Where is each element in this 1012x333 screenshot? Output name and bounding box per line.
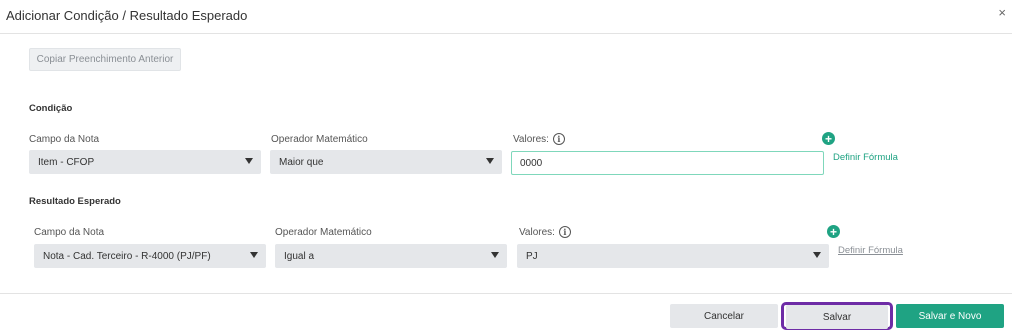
condicao-formula-link[interactable]: Definir Fórmula	[833, 152, 898, 163]
resultado-operador-label: Operador Matemático	[275, 227, 372, 238]
close-icon[interactable]: ×	[998, 6, 1006, 20]
save-and-new-button[interactable]: Salvar e Novo	[896, 304, 1004, 328]
modal-header: Adicionar Condição / Resultado Esperado …	[0, 0, 1012, 34]
info-icon[interactable]: i	[552, 133, 565, 145]
resultado-operador-select[interactable]: Igual a	[275, 244, 507, 268]
condicao-valores-input[interactable]	[511, 151, 824, 175]
resultado-campo-value: Nota - Cad. Terceiro - R-4000 (PJ/PF)	[43, 250, 211, 262]
condicao-campo-label: Campo da Nota	[29, 134, 100, 145]
cancel-button[interactable]: Cancelar	[670, 304, 778, 328]
save-button[interactable]: Salvar	[786, 305, 888, 329]
condicao-valores-label: Valores: i	[513, 133, 565, 145]
copy-previous-button[interactable]: Copiar Preenchimento Anterior	[29, 48, 181, 71]
resultado-valores-select[interactable]: PJ	[517, 244, 829, 268]
condicao-campo-select[interactable]: Item - CFOP	[29, 150, 261, 174]
chevron-down-icon	[245, 158, 253, 164]
chevron-down-icon	[250, 252, 258, 258]
condicao-operador-select[interactable]: Maior que	[270, 150, 502, 174]
chevron-down-icon	[486, 158, 494, 164]
condicao-operador-label: Operador Matemático	[271, 134, 368, 145]
resultado-formula-link[interactable]: Definir Fórmula	[838, 245, 903, 256]
chevron-down-icon	[491, 252, 499, 258]
resultado-campo-label: Campo da Nota	[34, 227, 105, 238]
resultado-section-title: Resultado Esperado	[29, 196, 121, 207]
info-icon[interactable]: i	[558, 226, 571, 238]
footer-divider	[0, 293, 1012, 294]
condicao-section-title: Condição	[29, 103, 73, 114]
chevron-down-icon	[813, 252, 821, 258]
modal-title: Adicionar Condição / Resultado Esperado	[6, 8, 248, 23]
resultado-valores-value: PJ	[526, 250, 538, 262]
plus-circle-icon[interactable]: +	[822, 132, 835, 145]
resultado-valores-label: Valores: i	[519, 226, 571, 238]
condicao-operador-value: Maior que	[279, 156, 324, 168]
plus-circle-icon[interactable]: +	[827, 225, 840, 238]
resultado-campo-select[interactable]: Nota - Cad. Terceiro - R-4000 (PJ/PF)	[34, 244, 266, 268]
condicao-campo-value: Item - CFOP	[38, 156, 95, 168]
resultado-operador-value: Igual a	[284, 250, 315, 262]
